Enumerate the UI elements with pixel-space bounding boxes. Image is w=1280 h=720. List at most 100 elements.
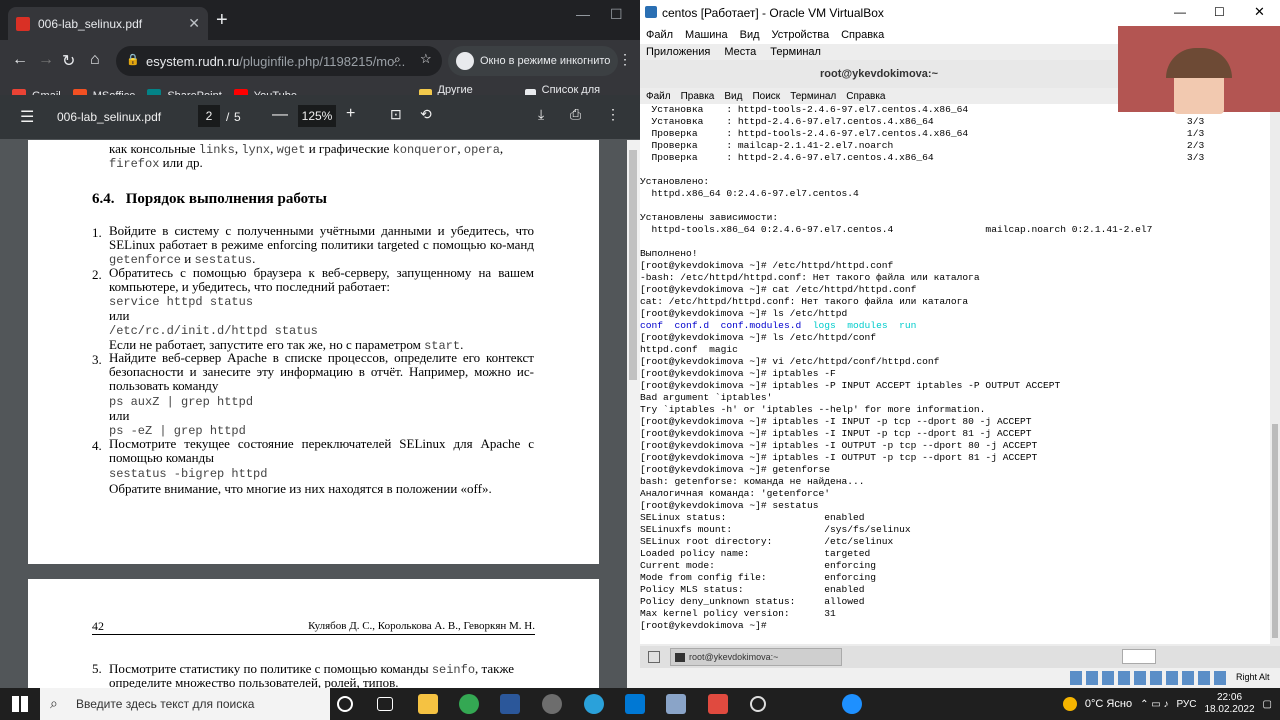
list-item: Обратитесь с помощью браузера к веб-серв… — [109, 265, 534, 294]
terminal-line: Policy MLS status: enabled — [640, 584, 865, 595]
terminal-line: [root@ykevdokimova ~]# /etc/httpd/httpd.… — [640, 260, 894, 271]
scroll-thumb[interactable] — [1272, 424, 1278, 638]
tmenu-terminal[interactable]: Терминал — [790, 91, 836, 102]
tmenu-view[interactable]: Вид — [724, 91, 742, 102]
pdf-text: и — [181, 251, 195, 266]
host-key: Right Alt — [1236, 672, 1270, 682]
task-button[interactable]: root@ykevdokimova:~ — [670, 648, 842, 666]
maximize-icon[interactable]: ☐ — [610, 6, 623, 23]
mail-icon[interactable] — [625, 694, 645, 714]
tmenu-edit[interactable]: Правка — [681, 91, 715, 102]
menu-file[interactable]: Файл — [646, 29, 673, 41]
terminal-line: [root@ykevdokimova ~]# ls /etc/httpd — [640, 308, 848, 319]
word-icon[interactable] — [500, 694, 520, 714]
virtualbox-taskbar-icon[interactable] — [666, 694, 686, 714]
zoom-input[interactable]: 125% — [298, 105, 336, 127]
tmenu-search[interactable]: Поиск — [752, 91, 780, 102]
zoom-in-icon[interactable]: + — [346, 105, 355, 123]
terminal-line: -bash: /etc/httpd/httpd.conf: Нет такого… — [640, 272, 980, 283]
terminal-line: [root@ykevdokimova ~]# sestatus — [640, 500, 819, 511]
forward-icon[interactable]: → — [38, 51, 54, 69]
clock[interactable]: 22:06 18.02.2022 — [1204, 692, 1254, 716]
print-icon[interactable]: ⎙ — [570, 106, 581, 123]
help-icon[interactable] — [842, 694, 862, 714]
more-icon[interactable]: ⋮ — [606, 106, 620, 123]
clock-time: 22:06 — [1217, 692, 1243, 703]
pdf-app-icon[interactable] — [708, 694, 728, 714]
page-number: 42 — [92, 619, 104, 633]
menu-devices[interactable]: Устройства — [772, 29, 830, 41]
device-icons[interactable] — [1070, 671, 1230, 685]
terminal-line: Current mode: enforcing — [640, 560, 877, 571]
close-icon[interactable]: ✕ — [1254, 4, 1265, 20]
obs-icon[interactable] — [750, 696, 766, 712]
terminal-line: Проверка : mailcap-2.1.41-2.el7.noarch 2… — [640, 140, 1205, 151]
terminal-line: httpd.conf magic — [640, 344, 738, 355]
scroll-thumb[interactable] — [629, 150, 637, 380]
minimize-icon[interactable]: — — [576, 6, 590, 22]
notifications-icon[interactable]: ▢ — [1263, 699, 1272, 710]
rotate-icon[interactable]: ⟲ — [420, 106, 432, 123]
webcam-overlay — [1118, 26, 1280, 114]
pdf-text: или др. — [159, 155, 203, 170]
system-tray: 0°C Ясно ⌃ ▭ ♪ РУС 22:06 18.02.2022 ▢ — [1062, 688, 1272, 720]
telegram-icon[interactable] — [584, 694, 604, 714]
pdf-text: определите множество пользователей, роле… — [109, 675, 399, 688]
gnome-applications[interactable]: Приложения — [646, 46, 710, 58]
pdf-scrollbar[interactable] — [627, 140, 640, 688]
browser-tab[interactable]: 006-lab_selinux.pdf ✕ — [8, 7, 208, 40]
pdf-code: konqueror — [392, 143, 458, 157]
virtualbox-icon — [645, 6, 657, 18]
terminal-output[interactable]: Установка : httpd-tools-2.4.6-97.el7.cen… — [640, 104, 1270, 644]
menu-help[interactable]: Справка — [841, 29, 884, 41]
gnome-terminal[interactable]: Терминал — [770, 46, 821, 58]
home-icon[interactable]: ⌂ — [90, 51, 100, 69]
menu-view[interactable]: Вид — [740, 29, 760, 41]
section-title: Порядок выполнения работы — [125, 191, 328, 207]
ls-entry: logs — [812, 320, 836, 331]
pdf-code: /etc/rc.d/init.d/httpd status — [109, 324, 318, 338]
language[interactable]: РУС — [1176, 699, 1196, 710]
menu-machine[interactable]: Машина — [685, 29, 728, 41]
maximize-icon[interactable]: ☐ — [1214, 5, 1225, 19]
app-icon[interactable] — [542, 694, 562, 714]
weather-text[interactable]: 0°C Ясно — [1085, 698, 1132, 710]
section-number: 6.4. — [92, 191, 115, 207]
explorer-icon[interactable] — [418, 694, 438, 714]
cortana-icon[interactable] — [337, 696, 353, 712]
workspace-switcher[interactable] — [1122, 649, 1156, 664]
incognito-badge[interactable]: Окно в режиме инкогнито — [448, 46, 619, 76]
terminal-line: Выполнено! — [640, 248, 698, 259]
page-number-input[interactable]: 2 — [198, 105, 220, 127]
tray-icons[interactable]: ⌃ ▭ ♪ — [1140, 699, 1168, 710]
menu-icon[interactable]: ☰ — [20, 107, 34, 127]
zoom-out-icon[interactable]: — — [272, 106, 288, 124]
tmenu-file[interactable]: Файл — [646, 91, 671, 102]
header-rule — [92, 634, 535, 635]
chrome-icon[interactable] — [459, 694, 479, 714]
ls-entry: conf — [640, 320, 664, 331]
download-icon[interactable]: ⤓ — [538, 106, 544, 123]
terminal-line: Bad argument `iptables' — [640, 392, 773, 403]
tmenu-help[interactable]: Справка — [846, 91, 885, 102]
taskbar-search-input[interactable]: ⌕ Введите здесь текст для поиска — [40, 688, 330, 720]
star-icon[interactable]: ☆ — [420, 51, 432, 67]
minimize-icon[interactable]: — — [1174, 5, 1186, 19]
terminal-scrollbar[interactable] — [1270, 104, 1280, 644]
back-icon[interactable]: ← — [12, 51, 28, 69]
terminal-line: [root@ykevdokimova ~]# iptables -P INPUT… — [640, 380, 1061, 391]
zoom-icon[interactable]: ⌕ — [394, 52, 401, 67]
new-tab-icon[interactable]: + — [216, 9, 228, 32]
task-view-icon[interactable] — [377, 697, 393, 711]
menu-dots-icon[interactable]: ⋮ — [618, 51, 632, 68]
fit-page-icon[interactable]: ⊡ — [390, 106, 402, 123]
windows-start-icon[interactable] — [12, 696, 28, 712]
pdf-text: как консольные — [109, 141, 199, 156]
list-item: Посмотрите текущее состояние переключате… — [109, 436, 534, 465]
close-tab-icon[interactable]: ✕ — [188, 15, 200, 32]
gnome-places[interactable]: Места — [724, 46, 756, 58]
show-desktop-icon[interactable] — [648, 651, 660, 663]
reload-icon[interactable]: ↻ — [62, 51, 75, 71]
